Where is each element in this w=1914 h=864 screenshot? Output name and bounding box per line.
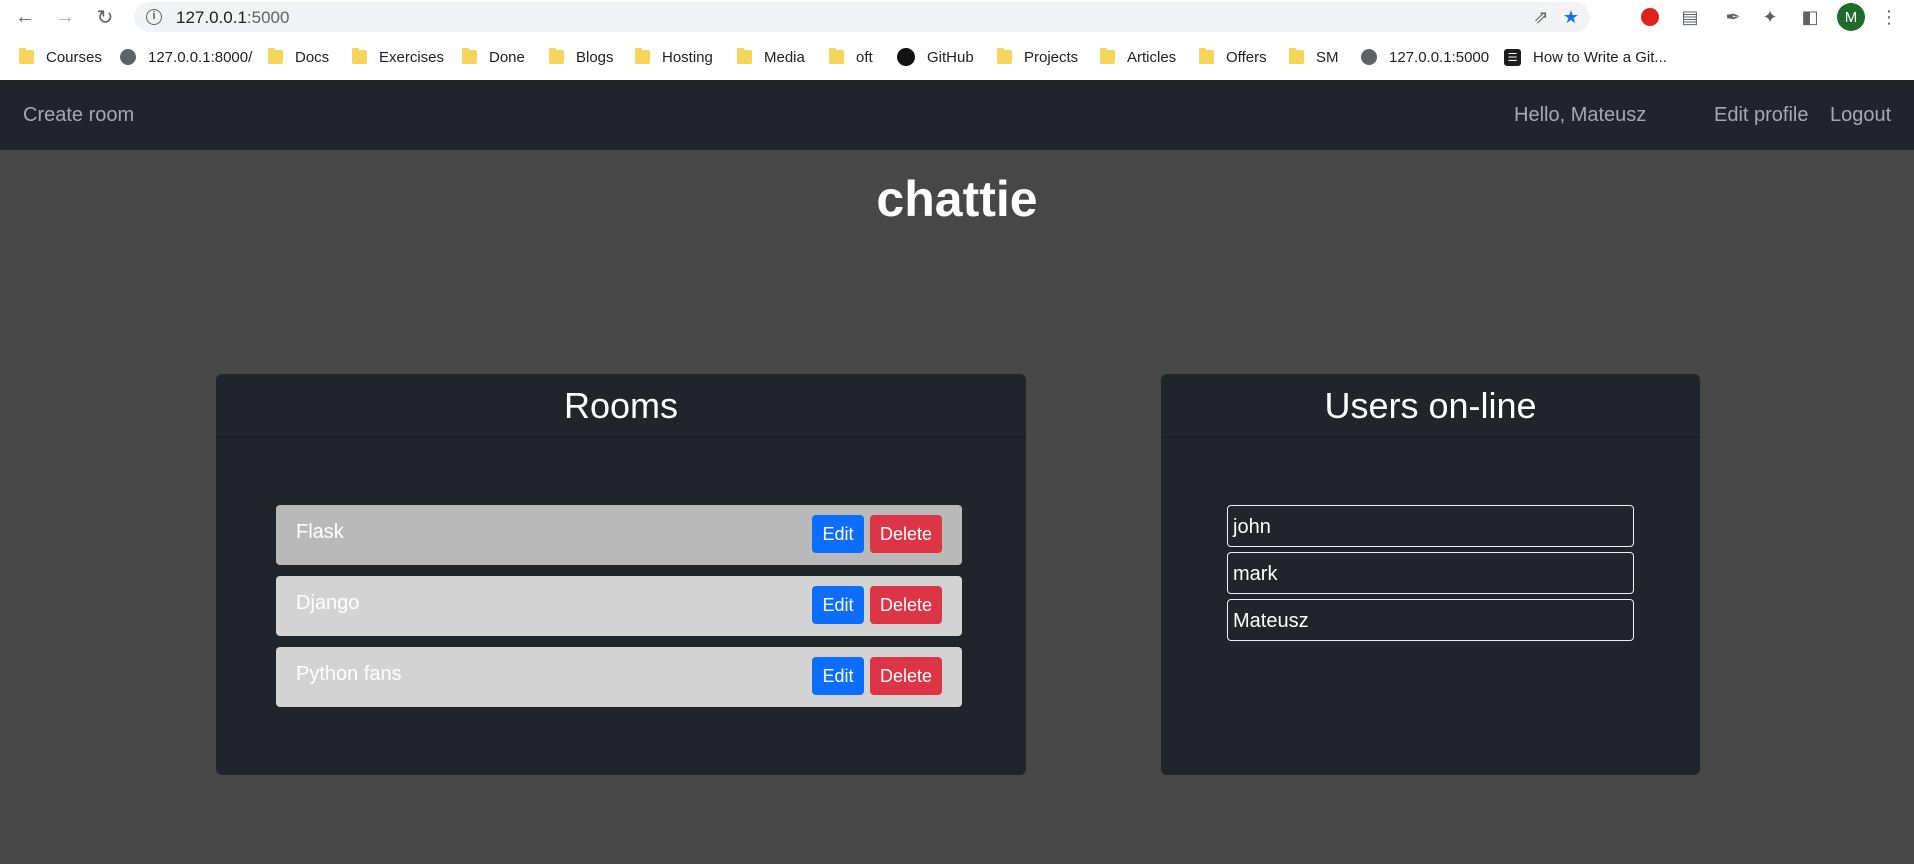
bookmark-label: Hosting xyxy=(662,48,713,66)
user-item: mark xyxy=(1227,552,1634,594)
bookmark-label: Blogs xyxy=(576,48,614,66)
bookmark-item[interactable]: Blogs xyxy=(549,44,614,70)
room-name[interactable]: Python fans xyxy=(296,663,402,686)
extensions-puzzle-icon[interactable]: ✦ xyxy=(1757,4,1783,30)
address-bar[interactable]: i 127.0.0.1:5000 ⇗ ★ xyxy=(134,2,1590,32)
bookmark-label: Articles xyxy=(1127,48,1177,66)
edit-room-button[interactable]: Edit xyxy=(812,586,864,624)
edit-room-button[interactable]: Edit xyxy=(812,515,864,553)
forward-arrow-icon[interactable]: → xyxy=(52,4,78,30)
profile-avatar[interactable]: M xyxy=(1837,3,1865,31)
bookmark-label: Done xyxy=(489,48,525,66)
back-arrow-icon[interactable]: ← xyxy=(12,4,38,30)
bookmark-label: GitHub xyxy=(927,48,974,66)
browser-toolbar: ← → ↻ i 127.0.0.1:5000 ⇗ ★ ▤ ✒ ✦ ◧ M ⋮ xyxy=(0,0,1914,34)
folder-icon xyxy=(19,48,34,64)
user-name: Mateusz xyxy=(1233,610,1309,632)
bookmark-label: 127.0.0.1:5000 xyxy=(1389,48,1490,66)
browser-chrome: ← → ↻ i 127.0.0.1:5000 ⇗ ★ ▤ ✒ ✦ ◧ M ⋮ C… xyxy=(0,0,1914,80)
bookmark-item[interactable]: Articles xyxy=(1100,44,1176,70)
room-name[interactable]: Django xyxy=(296,592,359,615)
globe-icon xyxy=(1361,49,1377,65)
bookmark-item[interactable]: Projects xyxy=(997,44,1078,70)
extension-adblock-icon[interactable] xyxy=(1637,4,1663,30)
bookmark-label: Courses xyxy=(46,48,102,66)
folder-icon xyxy=(997,48,1012,64)
greeting-text: Hello, Mateusz xyxy=(1514,104,1647,126)
globe-icon xyxy=(120,49,136,65)
edit-profile-link[interactable]: Edit profile xyxy=(1714,104,1809,127)
bookmark-label: Offers xyxy=(1226,48,1267,66)
room-item-django[interactable]: Django Edit Delete xyxy=(276,576,962,636)
room-name[interactable]: Flask xyxy=(296,521,344,544)
rooms-panel: Rooms Flask Edit Delete Django Edit Dele… xyxy=(216,374,1026,775)
extension-reader-icon[interactable]: ▤ xyxy=(1677,4,1703,30)
site-info-icon[interactable]: i xyxy=(146,9,162,25)
room-item-flask[interactable]: Flask Edit Delete xyxy=(276,505,962,565)
user-item: john xyxy=(1227,505,1634,547)
folder-icon xyxy=(737,48,752,64)
bookmark-item[interactable]: Courses xyxy=(19,44,102,70)
bookmark-label: oft xyxy=(856,48,873,66)
bookmark-label: Exercises xyxy=(379,48,445,66)
github-icon xyxy=(897,48,915,66)
kebab-menu-icon[interactable]: ⋮ xyxy=(1876,4,1902,30)
folder-icon xyxy=(462,48,477,64)
bookmark-item[interactable]: Docs xyxy=(268,44,329,70)
room-item-python-fans[interactable]: Python fans Edit Delete xyxy=(276,647,962,707)
bookmark-label: SM xyxy=(1316,48,1339,66)
users-online-panel: Users on-line john mark Mateusz xyxy=(1161,374,1700,775)
bookmark-item[interactable]: Offers xyxy=(1199,44,1267,70)
reload-icon[interactable]: ↻ xyxy=(92,4,118,30)
bookmark-item[interactable]: SM xyxy=(1289,44,1339,70)
bookmark-label: Media xyxy=(764,48,805,66)
app-navbar: Create room Hello, Mateusz Edit profile … xyxy=(0,80,1914,150)
edit-room-button[interactable]: Edit xyxy=(812,657,864,695)
bookmark-label: How to Write a Git... xyxy=(1533,48,1667,66)
delete-room-button[interactable]: Delete xyxy=(870,586,942,624)
folder-icon xyxy=(1289,48,1304,64)
user-item: Mateusz xyxy=(1227,599,1634,641)
bookmarks-bar: Courses 127.0.0.1:8000/Docs Exercises Done B… xyxy=(0,44,1914,70)
delete-room-button[interactable]: Delete xyxy=(870,657,942,695)
folder-icon xyxy=(549,48,564,64)
bookmark-item[interactable]: ☰ How to Write a Git... xyxy=(1504,44,1667,70)
folder-icon xyxy=(268,48,283,64)
bookmark-item[interactable]: 127.0.0.1:8000/ xyxy=(120,44,252,70)
bookmark-star-icon[interactable]: ★ xyxy=(1558,4,1584,30)
bookmark-item[interactable]: Media xyxy=(737,44,805,70)
bookmark-item[interactable]: oft xyxy=(829,44,873,70)
bookmark-label: Projects xyxy=(1024,48,1079,66)
share-icon[interactable]: ⇗ xyxy=(1528,4,1554,30)
address-url[interactable]: 127.0.0.1:5000 xyxy=(176,8,289,28)
create-room-link[interactable]: Create room xyxy=(23,104,134,127)
users-online-header: Users on-line xyxy=(1161,374,1700,438)
bookmark-item[interactable]: Done xyxy=(462,44,525,70)
folder-icon xyxy=(829,48,844,64)
page-title: chattie xyxy=(876,171,1038,227)
folder-icon xyxy=(352,48,367,64)
delete-room-button[interactable]: Delete xyxy=(870,515,942,553)
folder-icon xyxy=(1100,48,1115,64)
folder-icon xyxy=(635,48,650,64)
user-name: mark xyxy=(1233,563,1278,585)
side-panel-icon[interactable]: ◧ xyxy=(1797,4,1823,30)
extension-picker-icon[interactable]: ✒ xyxy=(1720,4,1746,30)
rooms-header: Rooms xyxy=(216,374,1026,438)
page-icon: ☰ xyxy=(1504,48,1521,66)
logout-link[interactable]: Logout xyxy=(1830,104,1891,127)
bookmark-item[interactable]: Hosting xyxy=(635,44,713,70)
user-name: john xyxy=(1233,516,1271,538)
bookmark-label: Docs xyxy=(295,48,330,66)
bookmark-label: 127.0.0.1:8000/ xyxy=(148,48,253,66)
bookmark-item[interactable]: Exercises xyxy=(352,44,444,70)
folder-icon xyxy=(1199,48,1214,64)
bookmark-item[interactable]: GitHub xyxy=(897,44,974,70)
bookmark-item[interactable]: 127.0.0.1:5000 xyxy=(1361,44,1489,70)
